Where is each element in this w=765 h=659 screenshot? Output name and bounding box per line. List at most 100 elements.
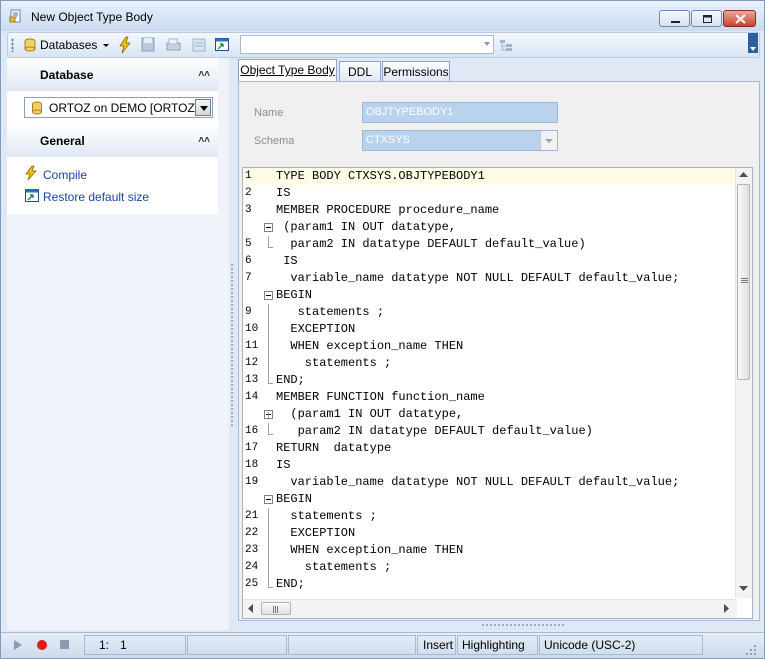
code-line[interactable]: 12 statements ;	[243, 355, 737, 372]
code-line[interactable]: 7 variable_name datatype NOT NULL DEFAUL…	[243, 270, 737, 287]
restore-default-size-link[interactable]: Restore default size	[43, 190, 149, 204]
line-number: 7	[245, 272, 252, 284]
line-number: 3	[245, 204, 252, 216]
dropdown-button[interactable]	[540, 131, 557, 150]
line-number: 5	[245, 238, 252, 250]
code-line[interactable]: BEGIN	[243, 287, 737, 304]
line-number: 25	[245, 578, 259, 590]
scroll-left-arrow-icon[interactable]	[248, 604, 254, 613]
horizontal-splitter[interactable]	[481, 623, 565, 627]
code-line[interactable]: 19 variable_name datatype NOT NULL DEFAU…	[243, 474, 737, 491]
status-bar: 1: 1 Insert Highlighting Unicode (USC-2)	[1, 632, 764, 658]
restore-size-icon[interactable]	[214, 35, 230, 55]
edit-mode: Insert	[417, 635, 456, 655]
collapse-chevron-icon[interactable]: ˄˄	[198, 135, 210, 146]
play-icon[interactable]	[13, 639, 23, 651]
database-selector[interactable]: ORTOZ on DEMO [ORTOZ]	[24, 97, 213, 118]
code-line[interactable]: 1 TYPE BODY CTXSYS.OBJTYPEBODY1	[243, 168, 737, 185]
name-field[interactable]: OBJTYPEBODY1	[362, 102, 558, 123]
code-text: BEGIN	[276, 288, 313, 302]
tab-label: Permissions	[383, 65, 449, 79]
code-text: IS	[276, 254, 298, 268]
line-number: 2	[245, 187, 252, 199]
stop-icon[interactable]	[59, 639, 70, 650]
databases-menu-button[interactable]: Databases	[40, 38, 97, 52]
restore-size-icon[interactable]	[25, 189, 39, 203]
tab-label: DDL	[347, 65, 372, 79]
fold-toggle-icon[interactable]	[264, 495, 273, 504]
line-number: 19	[245, 476, 259, 488]
code-line[interactable]: (param1 IN OUT datatype,	[243, 406, 737, 423]
code-line[interactable]: BEGIN	[243, 491, 737, 508]
collapse-chevron-icon[interactable]: ˄˄	[198, 69, 210, 80]
code-text: TYPE BODY CTXSYS.OBJTYPEBODY1	[276, 169, 485, 183]
maximize-button[interactable]	[691, 10, 722, 27]
tree-view-icon[interactable]	[498, 35, 514, 55]
toolbar-grip[interactable]	[11, 38, 14, 52]
sql-editor[interactable]: 1 TYPE BODY CTXSYS.OBJTYPEBODY1 2 IS 3 MEMBER…	[242, 167, 753, 619]
fold-toggle-icon[interactable]	[264, 223, 273, 232]
chevron-down-icon	[545, 139, 553, 143]
code-line[interactable]: 24 statements ;	[243, 559, 737, 576]
code-line[interactable]: 11 WHEN exception_name THEN	[243, 338, 737, 355]
scroll-down-arrow-icon[interactable]	[739, 586, 748, 592]
code-text: END;	[276, 373, 305, 387]
fold-toggle-icon[interactable]	[264, 291, 273, 300]
status-panel-empty	[187, 635, 287, 655]
close-button[interactable]	[723, 10, 756, 27]
code-line[interactable]: 21 statements ;	[243, 508, 737, 525]
horizontal-scrollbar[interactable]	[243, 599, 737, 618]
tab-object-type-body[interactable]: Object Type Body	[238, 59, 337, 81]
editor-window: New Object Type Body Databases Database …	[0, 0, 765, 659]
fold-guide	[268, 423, 269, 434]
fold-guide	[268, 236, 269, 247]
tab-ddl[interactable]: DDL	[339, 61, 381, 81]
scroll-right-arrow-icon[interactable]	[724, 604, 730, 613]
minimize-button[interactable]	[659, 10, 690, 27]
name-label: Name	[254, 107, 284, 119]
record-icon[interactable]	[36, 639, 48, 651]
properties-icon[interactable]	[191, 35, 207, 55]
code-line[interactable]: 22 EXCEPTION	[243, 525, 737, 542]
code-line[interactable]: 18 IS	[243, 457, 737, 474]
resize-grip-icon[interactable]	[745, 644, 757, 656]
code-text: statements ;	[276, 305, 385, 319]
toolbar-overflow-icon[interactable]	[748, 33, 758, 53]
object-selector-combo[interactable]	[240, 35, 494, 54]
code-line[interactable]: 17 RETURN datatype	[243, 440, 737, 457]
code-line[interactable]: 2 IS	[243, 185, 737, 202]
code-line[interactable]: 6 IS	[243, 253, 737, 270]
schema-select[interactable]: CTXSYS	[362, 130, 558, 151]
tab-permissions[interactable]: Permissions	[382, 61, 450, 81]
code-line[interactable]: 5 param2 IN datatype DEFAULT default_val…	[243, 236, 737, 253]
database-section-header[interactable]: Database ˄˄	[7, 58, 218, 91]
code-line[interactable]: (param1 IN OUT datatype,	[243, 219, 737, 236]
chevron-down-icon[interactable]	[102, 35, 110, 55]
code-line[interactable]: 23 WHEN exception_name THEN	[243, 542, 737, 559]
dropdown-button[interactable]	[195, 99, 211, 116]
scroll-up-arrow-icon[interactable]	[739, 172, 748, 178]
compile-lightning-icon[interactable]	[117, 35, 133, 55]
vertical-scroll-thumb[interactable]	[737, 184, 750, 380]
compile-link[interactable]: Compile	[43, 168, 87, 182]
line-number: 22	[245, 527, 259, 539]
code-line[interactable]: 13 END;	[243, 372, 737, 389]
schema-label: Schema	[254, 135, 295, 147]
code-line[interactable]: 14 MEMBER FUNCTION function_name	[243, 389, 737, 406]
grip-icon	[741, 278, 748, 283]
code-line[interactable]: 10 EXCEPTION	[243, 321, 737, 338]
compile-lightning-icon[interactable]	[24, 165, 38, 181]
line-number: 1	[245, 170, 252, 182]
code-line[interactable]: 25 END;	[243, 576, 737, 593]
print-icon[interactable]	[164, 35, 182, 55]
code-line[interactable]: 16 param2 IN datatype DEFAULT default_va…	[243, 423, 737, 440]
vertical-splitter[interactable]	[230, 263, 234, 427]
code-line[interactable]: 3 MEMBER PROCEDURE procedure_name	[243, 202, 737, 219]
code-line[interactable]: 9 statements ;	[243, 304, 737, 321]
general-section-header[interactable]: General ˄˄	[7, 124, 218, 157]
horizontal-scroll-thumb[interactable]	[261, 602, 291, 615]
save-icon[interactable]	[140, 35, 156, 55]
tab-label: Object Type Body	[240, 63, 335, 77]
vertical-scrollbar[interactable]	[735, 168, 752, 598]
line-number: 11	[245, 340, 259, 352]
